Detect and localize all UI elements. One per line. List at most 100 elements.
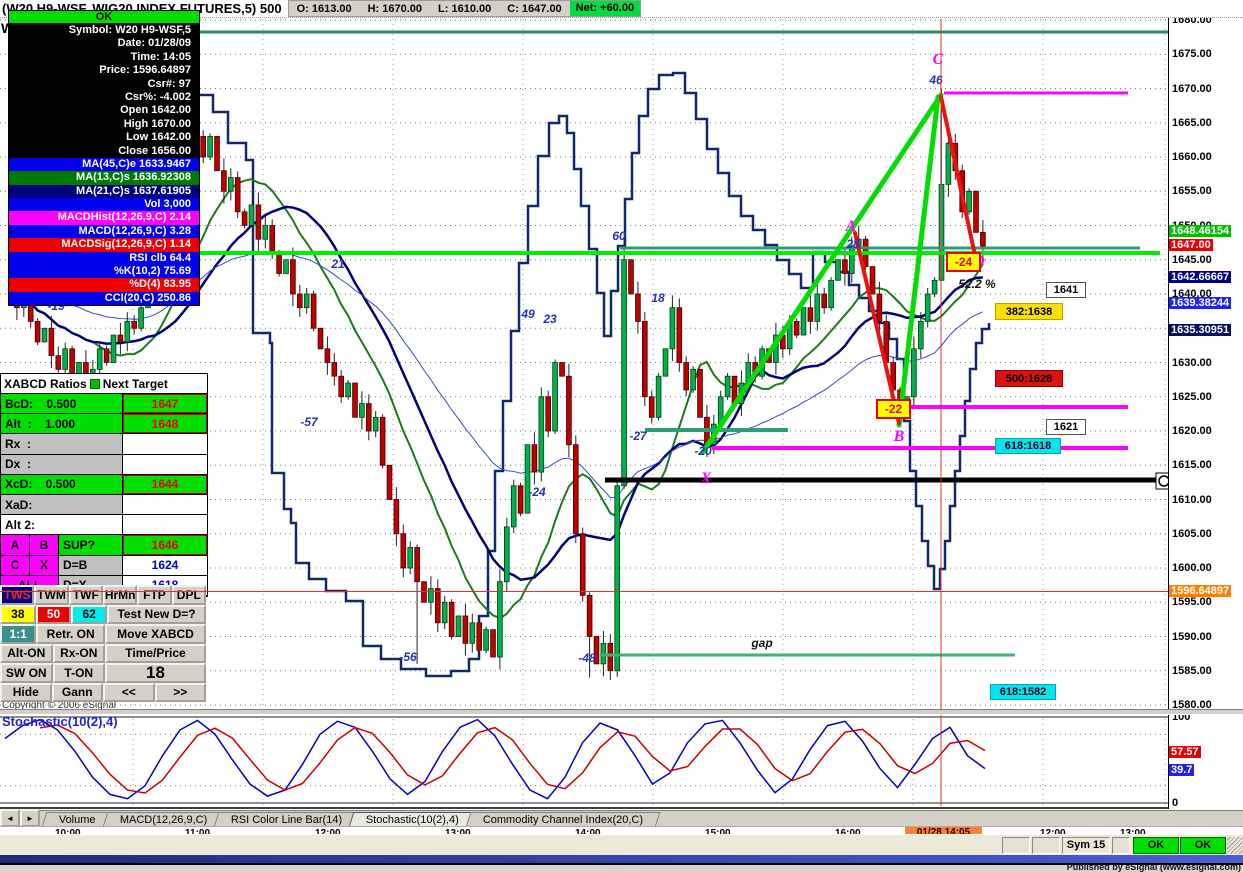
candle-body <box>352 382 358 418</box>
data-window[interactable]: OK Symbol: W20 H9-WSF,5 Date: 01/28/09 Tim… <box>8 10 200 307</box>
net-change-badge: Net: +60.00 <box>569 1 641 16</box>
indicator-tab-5[interactable]: Commodity Channel Index(20,C) <box>465 812 661 827</box>
ratio-special-row: C X D=B 1624 <box>1 555 207 576</box>
point-toggle-x[interactable]: X <box>30 555 59 575</box>
pivot-number-label: 60 <box>612 229 626 243</box>
candle-body <box>103 348 110 363</box>
tab-scroll-right-icon[interactable]: ► <box>20 809 40 827</box>
ratio-row: XcD: 0.500 1644 <box>1 474 207 495</box>
chart-price-label[interactable]: 500:1628 <box>995 370 1063 387</box>
price-tick-label: 1620.00 <box>1172 425 1212 437</box>
control-button-1-1[interactable]: 1:1 <box>0 624 37 644</box>
point-toggle-c[interactable]: C <box>1 555 30 575</box>
candle-body <box>931 279 938 295</box>
ratio-name-cell: Rx : <box>1 434 123 454</box>
candle-body <box>683 362 689 391</box>
price-tick-label: 1625.00 <box>1172 390 1212 403</box>
control-button-hrmn[interactable]: HrMn <box>102 585 138 605</box>
control-button-50[interactable]: 50 <box>35 604 72 624</box>
panel-divider[interactable] <box>0 709 1243 715</box>
control-button-retr-on[interactable]: Retr. ON <box>36 624 105 644</box>
point-toggle-b[interactable]: B <box>30 535 59 555</box>
candle-body <box>214 136 220 172</box>
control-button-time-price[interactable]: Time/Price <box>105 643 206 663</box>
candle-body <box>365 403 372 432</box>
ratio-name-cell: D=B <box>59 555 123 575</box>
indicator-tab-2[interactable]: MACD(12,26,9,C) <box>102 812 225 827</box>
xabcd-point-letter: C <box>933 51 944 68</box>
price-tick-label: 1660.00 <box>1172 151 1212 163</box>
control-button-t-on[interactable]: T-ON <box>52 663 105 683</box>
data-window-row: RSI clb 64.4 <box>9 251 199 266</box>
control-button-move-xabcd[interactable]: Move XABCD <box>105 624 206 644</box>
indicator-tab-4[interactable]: Stochastic(10(2),4) <box>348 812 477 827</box>
data-window-row: %D(4) 83.95 <box>9 278 199 292</box>
control-button-hide[interactable]: Hide <box>0 682 52 702</box>
ratio-name-cell: Dx : <box>1 454 123 474</box>
point-toggle-a[interactable]: A <box>1 535 30 555</box>
chart-price-label[interactable]: 618:1618 <box>995 438 1061 454</box>
candle-body <box>200 136 207 158</box>
control-button-test-new-d-[interactable]: Test New D=? <box>107 604 207 624</box>
indicator-tab-3[interactable]: RSI Color Line Bar(14) <box>213 812 360 827</box>
control-button-62[interactable]: 62 <box>71 604 108 624</box>
chart-price-label[interactable]: 1641 <box>1046 282 1086 298</box>
esignal-chart-window: (W20 H9-WSF, WIG20 INDEX FUTURES,5) 500 … <box>0 0 1243 872</box>
ratio-target-cell <box>123 455 207 474</box>
pivot-number-label: -27 <box>629 429 648 443</box>
candle-body <box>131 320 138 329</box>
ratios-header-right: Next Target <box>102 376 168 391</box>
candle-body <box>48 327 55 357</box>
data-window-row: MACDSig(12,26,9,C) 1.14 <box>9 238 199 252</box>
ratio-target-cell: 1644 <box>123 474 207 494</box>
control-button-18[interactable]: 18 <box>105 663 206 683</box>
candle-body <box>248 204 255 226</box>
candle-body <box>269 225 275 254</box>
control-button--[interactable]: << <box>103 682 155 702</box>
control-button-twf[interactable]: TWF <box>68 585 103 605</box>
data-window-status: OK <box>9 11 199 24</box>
candle-body <box>234 177 241 213</box>
candle-body <box>221 170 227 192</box>
candle-body <box>918 320 924 350</box>
chart-price-label[interactable]: 1621 <box>1046 419 1086 435</box>
status-box-2 <box>1032 837 1060 854</box>
chart-price-label[interactable]: 382:1638 <box>995 303 1063 320</box>
control-button--[interactable]: >> <box>154 682 206 702</box>
xabcd-trend-line[interactable] <box>853 231 901 425</box>
crosshair-horizontal-line <box>0 591 1168 592</box>
control-button-dpl[interactable]: DPL <box>171 585 206 605</box>
chart-price-label[interactable]: -24 <box>946 252 981 272</box>
chart-price-label[interactable]: -22 <box>876 399 911 419</box>
tab-scroll-left-icon[interactable]: ◄ <box>0 809 20 827</box>
status-ok-button-2[interactable]: OK <box>1180 837 1226 854</box>
candle-body <box>642 320 648 398</box>
chart-price-label[interactable]: 618:1582 <box>990 684 1056 700</box>
candle-body <box>283 259 289 274</box>
data-window-row: Date: 01/28/09 <box>9 37 199 51</box>
control-button-twm[interactable]: TWM <box>34 585 69 605</box>
control-button-alt-on[interactable]: Alt-ON <box>0 643 53 663</box>
resize-grip[interactable] <box>1227 837 1243 854</box>
status-ok-button-1[interactable]: OK <box>1133 837 1179 854</box>
pivot-number-label: 28 <box>845 237 860 251</box>
control-button-rx-on[interactable]: Rx-ON <box>52 643 105 663</box>
pivot-number-label: -48 <box>578 651 596 665</box>
candle-body <box>241 211 248 226</box>
price-badge: 1635.30951 <box>1169 324 1232 336</box>
line-handle-icon[interactable] <box>1158 475 1168 487</box>
candle-body <box>338 375 344 398</box>
control-button-tws[interactable]: TWS <box>0 585 35 605</box>
candle-body <box>559 362 565 377</box>
data-window-row: Open 1642.00 <box>9 104 199 118</box>
candle-body <box>648 396 655 418</box>
ohlc-strip: O: 1613.00 H: 1670.00 L: 1610.00 C: 1647… <box>287 0 642 17</box>
control-button-sw-on[interactable]: SW ON <box>0 663 53 683</box>
control-button-38[interactable]: 38 <box>0 604 36 624</box>
candle-body <box>386 464 393 500</box>
xabcd-ratios-table: XABCD Ratios Next Target BcD: 0.500 1647 A… <box>0 373 208 597</box>
ratio-name-cell: BcD: 0.500 <box>1 394 123 414</box>
control-button-ftp[interactable]: FTP <box>137 585 172 605</box>
control-button-gann[interactable]: Gann <box>51 682 103 702</box>
window-bottom-bar <box>0 855 1243 865</box>
